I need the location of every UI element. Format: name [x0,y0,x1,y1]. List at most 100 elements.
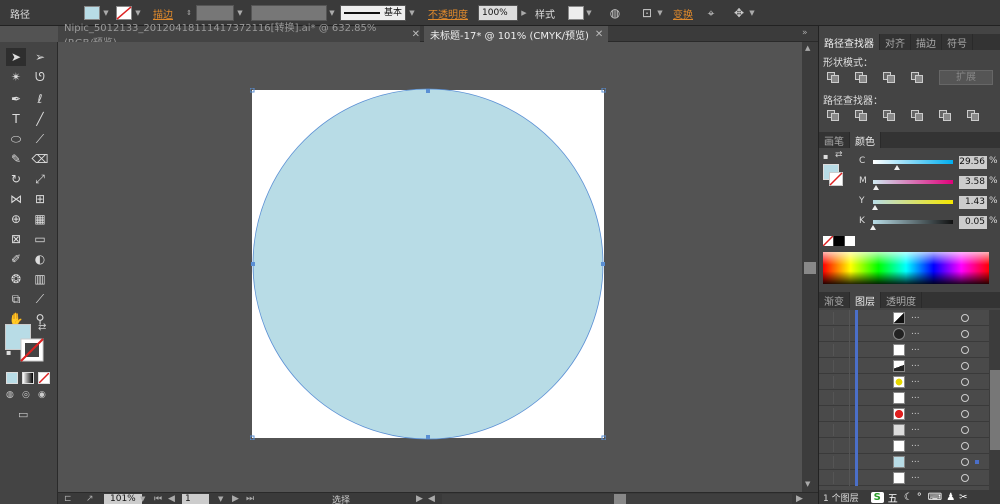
window-icon[interactable]: ⊏ [64,493,72,504]
circle-shape[interactable] [250,88,606,440]
scroll-down-icon[interactable]: ▼ [805,480,810,488]
anchor-point-right[interactable] [601,262,605,266]
user-icon[interactable]: ♟ [946,492,955,503]
tab-document-2[interactable]: 未标题-17* @ 101% (CMYK/预览) ✕ [424,26,608,42]
stroke-color-box[interactable] [829,172,843,189]
free-transform-tool-icon[interactable]: ⊞ [30,190,50,208]
tab-symbols[interactable]: 符号 [942,34,973,50]
cyan-value-field[interactable]: 29.56 [959,156,987,169]
close-icon[interactable]: ✕ [595,29,603,40]
minus-front-icon[interactable] [853,70,869,84]
tab-brushes[interactable]: 画笔 [819,132,850,148]
ime-mode-label[interactable]: 五 [888,490,898,504]
swap-colors-icon[interactable]: ⇄ [835,150,843,160]
scroll-thumb[interactable] [804,262,816,274]
selection-indicator[interactable] [975,460,979,464]
align-icon[interactable]: ⊡ [638,0,656,26]
last-artboard-icon[interactable]: ⏭ [246,493,254,504]
layers-scrollbar[interactable] [989,310,1000,490]
selection-tool-icon[interactable]: ➤ [6,48,26,66]
recolor-icon[interactable]: ◍ [606,0,624,26]
magenta-value-field[interactable]: 3.58 [959,176,987,189]
close-icon[interactable]: ✕ [412,29,420,40]
draw-inside-icon[interactable]: ◉ [38,390,50,400]
eraser-tool-icon[interactable]: ⌫ [30,150,50,168]
outline-icon[interactable] [937,108,953,122]
screen-mode-icon[interactable]: ▭ [18,408,36,421]
layer-row[interactable]: ... [819,326,989,342]
hscroll-thumb[interactable] [614,494,626,504]
target-icon[interactable] [961,330,969,338]
hscroll-left-icon[interactable]: ◀ [428,493,435,504]
perspective-grid-tool-icon[interactable]: ▦ [30,210,50,228]
tab-layers[interactable]: 图层 [850,292,881,308]
target-icon[interactable] [961,378,969,386]
tab-gradient[interactable]: 渐变 [819,292,850,308]
paintbrush-tool-icon[interactable]: ⟋ [30,130,50,148]
scroll-up-icon[interactable]: ▲ [805,44,810,52]
mesh-tool-icon[interactable]: ⊠ [6,230,26,248]
brush-dropdown-icon[interactable]: ▼ [408,0,416,26]
rotate-tool-icon[interactable]: ↻ [6,170,26,188]
target-icon[interactable] [961,426,969,434]
zoom-dropdown-icon[interactable]: ▼ [140,493,145,504]
moon-icon[interactable]: ☾ [904,492,913,503]
layer-row[interactable]: ... [819,374,989,390]
arrange-dropdown-icon[interactable]: ▼ [748,0,756,26]
layer-row[interactable]: ... [819,422,989,438]
anchor-point-bottom[interactable] [426,435,430,439]
bbox-handle-br[interactable] [601,435,606,440]
gradient-tool-icon[interactable]: ▭ [30,230,50,248]
scale-tool-icon[interactable]: ⤢ [30,170,50,188]
keyboard-icon[interactable]: ⌨ [928,492,942,503]
yellow-value-field[interactable]: 1.43 [959,196,987,209]
tab-pathfinder[interactable]: 路径查找器 [819,34,880,50]
tab-color[interactable]: 颜色 [850,132,881,148]
punctuation-icon[interactable]: ° [917,492,922,503]
gradient-mode-icon[interactable] [22,372,34,384]
line-tool-icon[interactable]: ╱ [30,110,50,128]
layer-row[interactable]: ... [819,454,989,470]
artboard-number-field[interactable]: 1 [182,494,209,504]
layers-scroll-thumb[interactable] [990,370,1000,450]
black-slider[interactable]: K 0.05 % [859,216,1000,230]
bbox-handle-tl[interactable] [250,88,255,93]
crop-icon[interactable] [909,108,925,122]
opacity-dropdown-icon[interactable]: ▶ [520,0,528,26]
prev-artboard-icon[interactable]: ◀ [168,493,175,504]
slider-thumb[interactable] [873,185,880,190]
tab-document-1[interactable]: Nipic_5012133_20120418111417372116[转换].a… [58,23,420,49]
tabs-overflow-icon[interactable]: » [802,28,808,38]
yellow-track[interactable] [873,200,953,204]
target-icon[interactable] [961,442,969,450]
style-dropdown-icon[interactable]: ▼ [585,0,593,26]
layer-row[interactable]: ... [819,358,989,374]
align-dropdown-icon[interactable]: ▼ [656,0,664,26]
sogou-ime-icon[interactable]: S [870,491,884,503]
direct-selection-tool-icon[interactable]: ➢ [30,48,50,66]
width-tool-icon[interactable]: ⋈ [6,190,26,208]
eyedropper-tool-icon[interactable]: ✐ [6,250,26,268]
default-colors-icon[interactable]: ▪ [6,348,14,357]
artboard-dropdown-icon[interactable]: ▼ [218,493,223,504]
target-icon[interactable] [961,362,969,370]
tab-align[interactable]: 对齐 [880,34,911,50]
cyan-track[interactable] [873,160,953,164]
intersect-icon[interactable] [881,70,897,84]
target-icon[interactable] [961,458,969,466]
ellipse-tool-icon[interactable]: ⬭ [6,130,26,148]
zoom-field[interactable]: 101% [104,494,142,504]
target-icon[interactable] [961,474,969,482]
layer-row[interactable]: ... [819,438,989,454]
draw-normal-icon[interactable]: ◍ [6,390,18,400]
layer-row[interactable]: ... [819,406,989,422]
expand-button[interactable]: 扩展 [939,70,993,85]
cyan-slider[interactable]: C 29.56 % [859,156,1000,170]
canvas-area[interactable] [58,42,802,492]
stroke-color-box[interactable] [20,338,44,362]
symbol-sprayer-tool-icon[interactable]: ❂ [6,270,26,288]
exclude-icon[interactable] [909,70,925,84]
bbox-handle-tr[interactable] [601,88,606,93]
color-spectrum[interactable] [823,252,989,284]
magenta-slider[interactable]: M 3.58 % [859,176,1000,190]
